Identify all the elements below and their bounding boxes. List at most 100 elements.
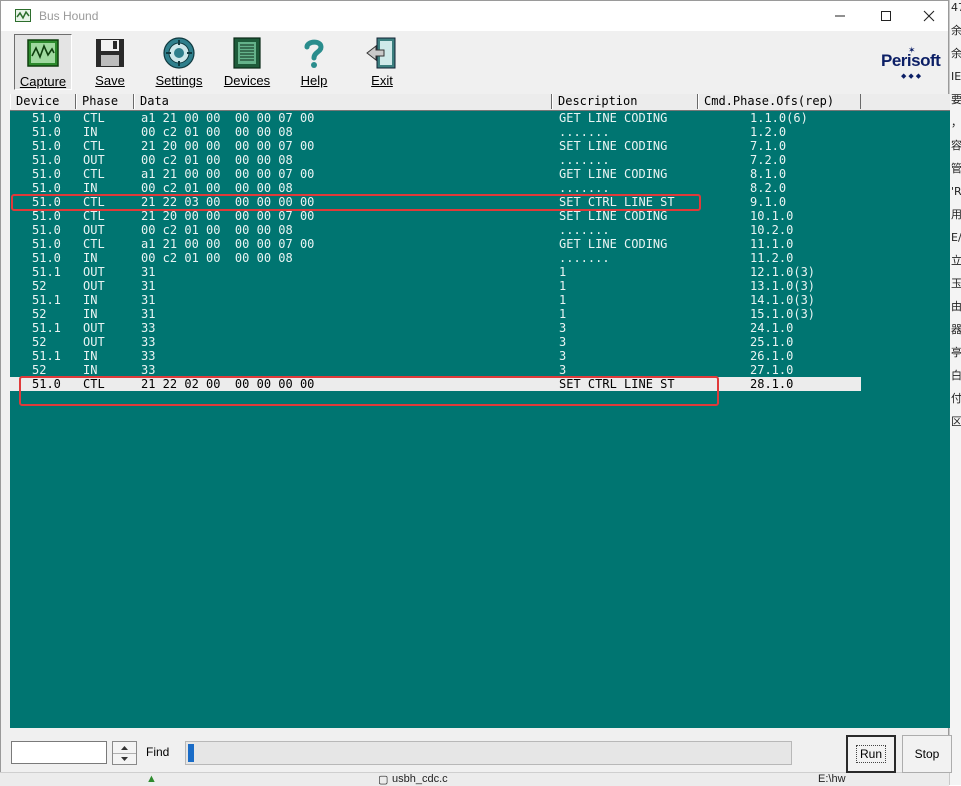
background-edge-text: 47: [951, 1, 961, 14]
cell-phase: CTL: [83, 209, 105, 223]
table-row[interactable]: 51.0 CTL a1 21 00 00 00 00 07 00 GET LINE C…: [10, 111, 861, 125]
find-spinner[interactable]: [112, 741, 137, 765]
capture-label: Capture: [19, 74, 67, 89]
triangle-up-icon: [121, 745, 128, 750]
capture-list[interactable]: Device Phase Data Description Cmd.Phase.…: [10, 94, 950, 728]
cell-phase: CTL: [83, 167, 105, 181]
cell-cmd: 15.1.0(3): [750, 307, 816, 321]
cell-data: 00 c2 01 00 00 00 08: [141, 125, 293, 139]
capture-button[interactable]: Capture: [14, 34, 72, 90]
run-button[interactable]: Run: [846, 735, 896, 773]
cell-device: 51.0: [32, 209, 61, 223]
cell-phase: OUT: [83, 265, 105, 279]
spinner-down-button[interactable]: [113, 753, 136, 764]
question-mark-icon: [304, 39, 324, 68]
save-button[interactable]: Save: [87, 34, 133, 90]
column-header-cmd-phase-ofs[interactable]: Cmd.Phase.Ofs(rep): [698, 94, 861, 109]
background-edge-text: 容: [951, 139, 961, 152]
cell-data: 00 c2 01 00 00 00 08: [141, 251, 293, 265]
table-row[interactable]: 51.0 CTL a1 21 00 00 00 00 07 00 GET LINE C…: [10, 237, 861, 251]
cell-device: 51.0: [32, 237, 61, 251]
column-header-data[interactable]: Data: [134, 94, 552, 109]
background-edge-text: 余: [951, 47, 961, 60]
cell-data: 33: [141, 321, 156, 335]
background-edge-text: 白: [951, 369, 961, 382]
column-header-description[interactable]: Description: [552, 94, 698, 109]
background-edge-text: 立: [951, 254, 961, 267]
cell-phase: CTL: [83, 237, 105, 251]
taskbar-green-icon: ▲: [146, 773, 157, 785]
cell-device: 51.0: [32, 111, 61, 125]
bottom-bar: Find Run Stop: [1, 728, 952, 773]
find-input[interactable]: [11, 741, 107, 764]
settings-dial-icon: [163, 37, 195, 69]
stop-button[interactable]: Stop: [902, 735, 952, 773]
find-label: Find: [146, 745, 170, 759]
column-header-device[interactable]: Device: [10, 94, 76, 109]
table-row[interactable]: 52 IN 31 1 15.1.0(3): [10, 307, 861, 321]
cell-device: 51.1: [32, 293, 61, 307]
cell-desc: 3: [559, 349, 567, 363]
cell-data: 21 22 02 00 00 00 00 00: [141, 377, 315, 391]
table-row[interactable]: 51.0 IN 00 c2 01 00 00 00 08....... 1.2.0: [10, 125, 861, 139]
cell-device: 51.1: [32, 265, 61, 279]
cell-phase: CTL: [83, 111, 105, 125]
cell-cmd: 7.2.0: [750, 153, 787, 167]
table-row[interactable]: 51.0 CTL 21 22 03 00 00 00 00 00 SET CTRL L…: [10, 195, 861, 209]
table-row[interactable]: 51.1 IN 31 1 14.1.0(3): [10, 293, 861, 307]
help-button[interactable]: Help: [291, 34, 337, 90]
cell-desc: 3: [559, 363, 567, 377]
devices-button[interactable]: Devices: [219, 34, 275, 90]
column-header-phase[interactable]: Phase: [76, 94, 134, 109]
table-row[interactable]: 51.0 CTL 21 20 00 00 00 00 07 00 SET LINE C…: [10, 209, 861, 223]
cell-data: 00 c2 01 00 00 00 08: [141, 153, 293, 167]
exit-button[interactable]: Exit: [359, 34, 405, 90]
maximize-button[interactable]: [863, 1, 909, 31]
cell-device: 51.0: [32, 377, 61, 391]
cell-data: 21 22 03 00 00 00 00 00: [141, 195, 315, 209]
cell-desc: 1: [559, 265, 567, 279]
cell-device: 51.0: [32, 167, 61, 181]
close-button[interactable]: [909, 1, 948, 31]
cell-desc: SET CTRL LINE ST: [559, 195, 675, 209]
table-row[interactable]: 51.0 IN 00 c2 01 00 00 00 08....... 8.2.0: [10, 181, 861, 195]
cell-cmd: 9.1.0: [750, 195, 787, 209]
table-row[interactable]: 52 IN 33 3 27.1.0: [10, 363, 861, 377]
cell-desc: GET LINE CODING: [559, 111, 668, 125]
table-row[interactable]: 51.1 OUT 33 3 24.1.0: [10, 321, 861, 335]
table-row[interactable]: 51.0 IN 00 c2 01 00 00 00 08....... 11.2.0: [10, 251, 861, 265]
bus-hound-window: Bus Hound Capture Save Settings Devices …: [0, 0, 952, 773]
cell-data: 31: [141, 279, 156, 293]
table-row[interactable]: 51.1 IN 33 3 26.1.0: [10, 349, 861, 363]
table-row[interactable]: 51.0 OUT 00 c2 01 00 00 00 08....... 10.2.0: [10, 223, 861, 237]
cell-desc: SET CTRL LINE ST: [559, 377, 675, 391]
cell-desc: .......: [559, 153, 610, 167]
cell-data: 31: [141, 307, 156, 321]
cell-data: 31: [141, 293, 156, 307]
background-edge-text: E/: [951, 231, 961, 244]
background-edge-text: 由: [951, 300, 961, 313]
table-row[interactable]: 51.0 CTL 21 22 02 00 00 00 00 00 SET CTRL L…: [10, 377, 861, 391]
cell-data: 21 20 00 00 00 00 07 00: [141, 209, 315, 223]
cell-phase: IN: [83, 251, 98, 265]
cell-desc: 3: [559, 321, 567, 335]
taskbar-file[interactable]: usbh_cdc.c: [392, 773, 448, 785]
table-row[interactable]: 52 OUT 33 3 25.1.0: [10, 335, 861, 349]
cell-phase: IN: [83, 125, 98, 139]
cell-data: 00 c2 01 00 00 00 08: [141, 181, 293, 195]
table-row[interactable]: 51.0 OUT 00 c2 01 00 00 00 08....... 7.2.0: [10, 153, 861, 167]
cell-desc: 1: [559, 293, 567, 307]
table-row[interactable]: 51.0 CTL 21 20 00 00 00 00 07 00 SET LINE C…: [10, 139, 861, 153]
title-bar[interactable]: Bus Hound: [1, 1, 948, 31]
maximize-icon: [881, 11, 891, 21]
table-row[interactable]: 51.0 CTL a1 21 00 00 00 00 07 00 GET LINE C…: [10, 167, 861, 181]
cell-phase: IN: [83, 349, 98, 363]
table-row[interactable]: 51.1 OUT 31 1 12.1.0(3): [10, 265, 861, 279]
table-row[interactable]: 52 OUT 31 1 13.1.0(3): [10, 279, 861, 293]
minimize-button[interactable]: [817, 1, 863, 31]
background-edge-text: 余: [951, 24, 961, 37]
cell-cmd: 10.1.0: [750, 209, 794, 223]
cell-data: a1 21 00 00 00 00 07 00: [141, 237, 315, 251]
settings-button[interactable]: Settings: [151, 34, 207, 90]
cell-data: 00 c2 01 00 00 00 08: [141, 223, 293, 237]
